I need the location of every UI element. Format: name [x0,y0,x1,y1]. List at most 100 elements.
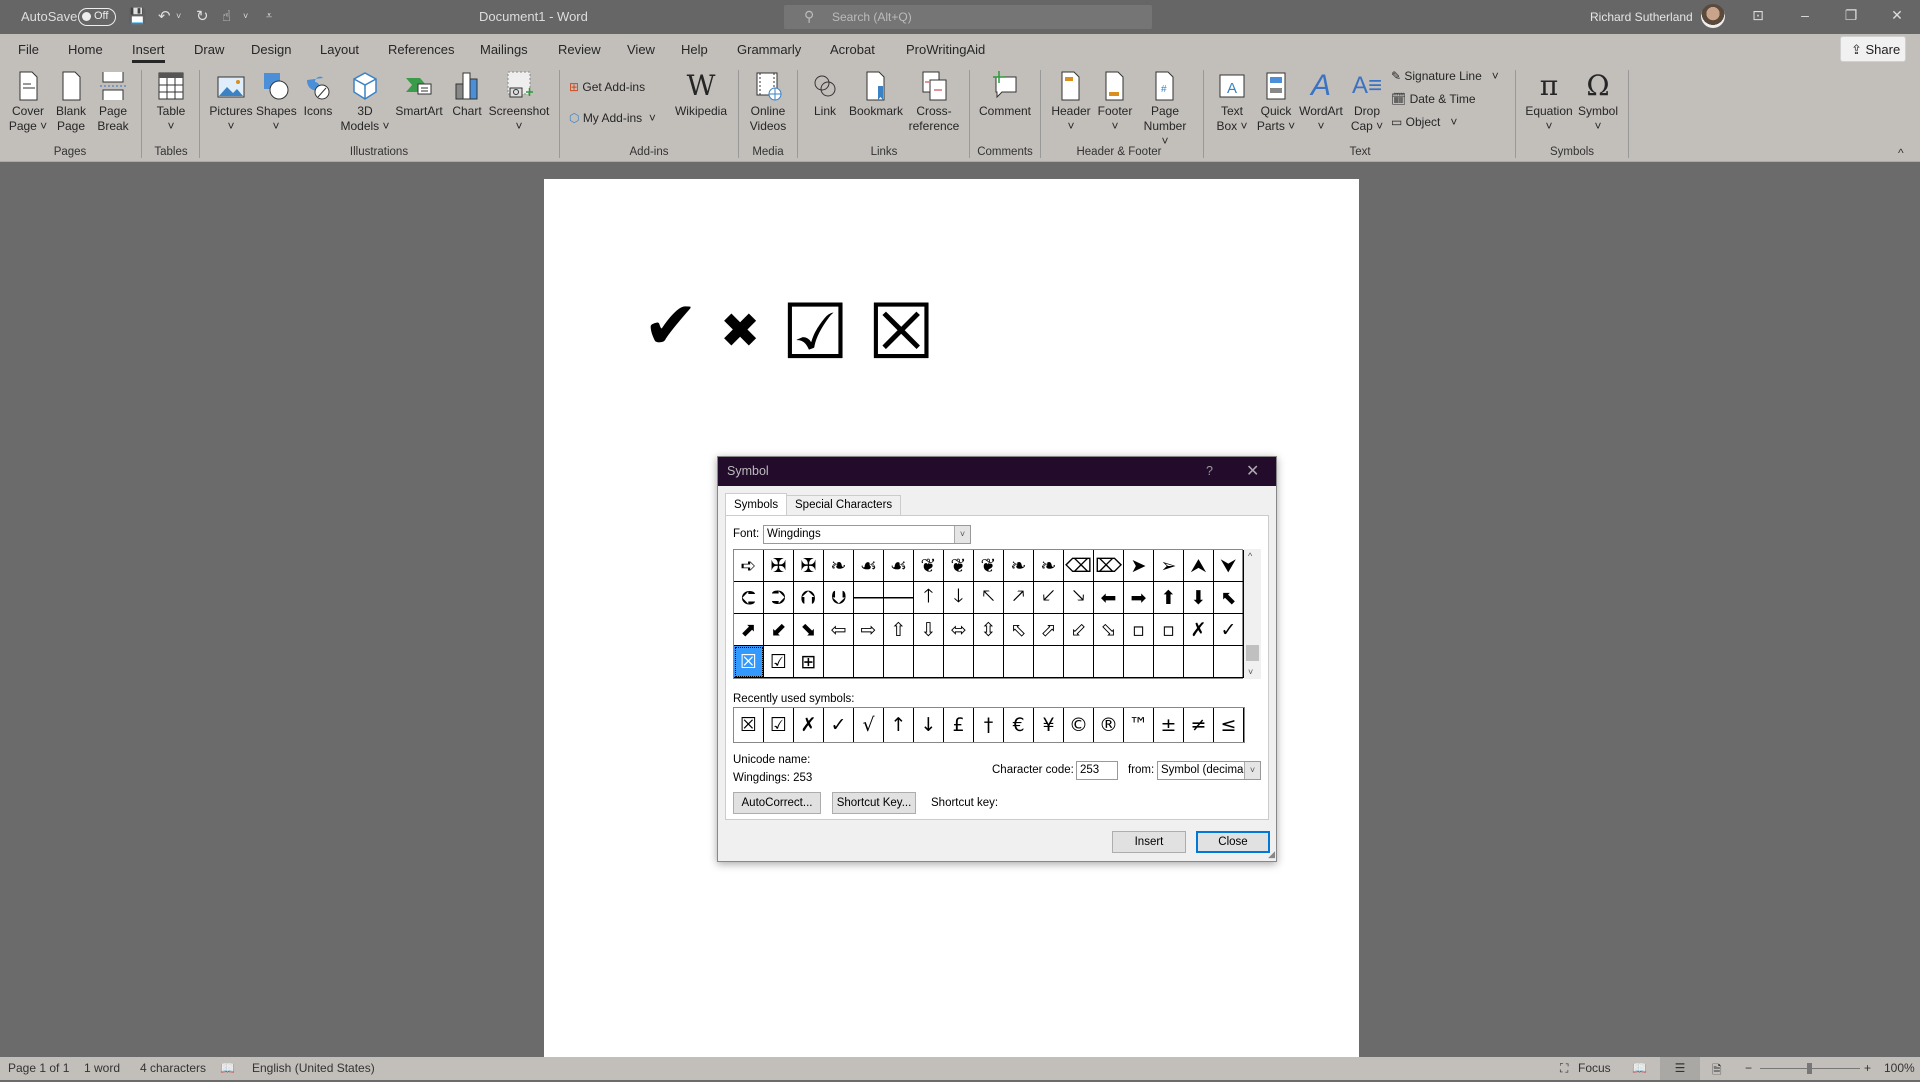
resize-grip-icon[interactable]: ◢ [1268,849,1275,860]
recent-symbol-cell[interactable]: £ [944,708,974,742]
character-count[interactable]: 4 characters [140,1061,206,1075]
scrollbar-thumb[interactable] [1246,645,1259,661]
zoom-in-button[interactable]: + [1864,1061,1871,1075]
undo-icon[interactable]: ↶ [158,7,171,25]
symbol-cell[interactable]: ➪ [734,550,764,582]
recent-symbol-cell[interactable]: ✗ [794,708,824,742]
tab-layout[interactable]: Layout [320,42,359,57]
tab-draw[interactable]: Draw [194,42,224,57]
tab-symbols[interactable]: Symbols [725,493,788,515]
autocorrect-button[interactable]: AutoCorrect... [733,792,821,814]
symbol-cell[interactable]: ⬁ [1004,614,1034,646]
zoom-slider-thumb[interactable] [1807,1063,1812,1074]
symbol-cell[interactable]: ⬈ [734,614,764,646]
symbol-cell[interactable] [854,646,884,678]
signature-line-button[interactable]: ✎ Signature Line ˅ [1391,69,1499,83]
symbol-cell[interactable]: ⇳ [974,614,1004,646]
tab-design[interactable]: Design [251,42,291,57]
symbol-cell[interactable]: ❧ [824,550,854,582]
help-icon[interactable]: ? [1206,464,1213,478]
symbol-cell[interactable] [884,646,914,678]
character-code-input[interactable]: 253 [1076,761,1118,780]
symbol-cell[interactable]: ➡ [1124,582,1154,614]
tab-file[interactable]: File [18,42,39,57]
symbol-cell[interactable]: ❦ [974,550,1004,582]
scroll-down-icon[interactable]: ˅ [1248,667,1253,677]
ribbon-display-options-icon[interactable]: ⊡ [1743,7,1773,24]
screenshot-button[interactable]: Screenshot ˅ [488,70,550,134]
language[interactable]: English (United States) [252,1061,375,1075]
chevron-down-icon[interactable]: ˅ [1244,762,1260,779]
recent-symbol-cell[interactable]: ☑ [764,708,794,742]
drop-cap-button[interactable]: A≡ Drop Cap ˅ [1346,70,1388,134]
symbol-cell[interactable]: ⮊ [764,582,794,614]
smartart-button[interactable]: SmartArt [393,70,445,119]
tab-grammarly[interactable]: Grammarly [737,42,801,57]
touch-mode-icon[interactable]: ☝ [222,7,231,25]
share-button[interactable]: ⇪ Share [1840,36,1906,62]
minimize-icon[interactable]: – [1790,7,1820,23]
symbol-cell[interactable]: ➢ [1154,550,1184,582]
comment-button[interactable]: Comment [975,70,1035,119]
symbol-cell[interactable] [944,646,974,678]
wikipedia-button[interactable]: W Wikipedia [672,70,730,119]
symbol-cell[interactable]: ⬉ [1214,582,1244,614]
symbol-cell[interactable] [1184,646,1214,678]
page-break-button[interactable]: Page Break [94,70,132,134]
symbol-cell[interactable]: 🡑 [914,582,944,614]
symbol-cell[interactable] [1094,646,1124,678]
zoom-level[interactable]: 100% [1884,1061,1915,1075]
symbol-cell[interactable] [974,646,1004,678]
symbol-cell[interactable]: 🡐 [854,582,884,614]
symbol-cell[interactable]: 🡓 [944,582,974,614]
symbol-cell[interactable]: ⬄ [944,614,974,646]
symbol-cell[interactable]: ⮉ [794,582,824,614]
read-mode-icon[interactable]: 📖 [1632,1061,1647,1075]
symbol-cell[interactable]: ⬇ [1184,582,1214,614]
word-count[interactable]: 1 word [84,1061,120,1075]
symbol-cell[interactable] [824,646,854,678]
recent-symbol-cell[interactable]: ™ [1124,708,1154,742]
symbol-cell[interactable] [1154,646,1184,678]
recent-symbol-cell[interactable]: ↓ [914,708,944,742]
symbol-cell[interactable]: ✗ [1184,614,1214,646]
dialog-title-bar[interactable]: Symbol ? ✕ [718,457,1276,486]
symbol-cell[interactable]: ⮋ [824,582,854,614]
symbol-cell[interactable]: ⬂ [1094,614,1124,646]
symbol-cell[interactable]: ⇩ [914,614,944,646]
chart-button[interactable]: Chart [450,70,484,119]
proofing-icon[interactable]: 📖 [220,1061,235,1075]
tab-help[interactable]: Help [681,42,708,57]
recent-symbol-cell[interactable]: ≠ [1184,708,1214,742]
font-select[interactable]: Wingdings ˅ [763,525,971,544]
symbol-cell[interactable]: 🡔 [974,582,1004,614]
symbol-cell[interactable]: 🡕 [1004,582,1034,614]
tab-special-characters[interactable]: Special Characters [786,495,902,515]
page-count[interactable]: Page 1 of 1 [8,1061,69,1075]
symbol-cell[interactable]: ✠ [794,550,824,582]
from-select[interactable]: Symbol (decimal) ˅ [1157,761,1261,780]
recent-symbol-cell[interactable]: © [1064,708,1094,742]
symbol-cell[interactable] [1004,646,1034,678]
symbol-cell[interactable]: ⮈ [734,582,764,614]
symbol-cell[interactable] [1034,646,1064,678]
cover-page-button[interactable]: Cover Page ˅ [8,70,48,134]
search-box[interactable]: ⚲ Search (Alt+Q) [784,5,1152,29]
symbol-cell[interactable]: ☒ [734,646,764,678]
symbol-cell[interactable]: ☑ [764,646,794,678]
tab-acrobat[interactable]: Acrobat [830,42,875,57]
recent-symbol-cell[interactable]: ↑ [884,708,914,742]
customize-qat-icon[interactable]: ⩡ [266,10,272,23]
symbol-cell[interactable]: ⌦ [1094,550,1124,582]
shortcut-key-button[interactable]: Shortcut Key... [832,792,916,814]
tab-mailings[interactable]: Mailings [480,42,528,57]
autosave-toggle[interactable]: Off [78,8,116,26]
pictures-button[interactable]: Pictures ˅ [208,70,254,134]
close-button[interactable]: Close [1196,831,1270,853]
bookmark-button[interactable]: Bookmark [846,70,906,119]
page-number-button[interactable]: # Page Number ˅ [1140,70,1190,149]
tab-view[interactable]: View [627,42,655,57]
collapse-ribbon-icon[interactable]: ^ [1898,146,1904,160]
recent-symbol-cell[interactable]: √ [854,708,884,742]
symbol-cell[interactable]: ⇨ [854,614,884,646]
